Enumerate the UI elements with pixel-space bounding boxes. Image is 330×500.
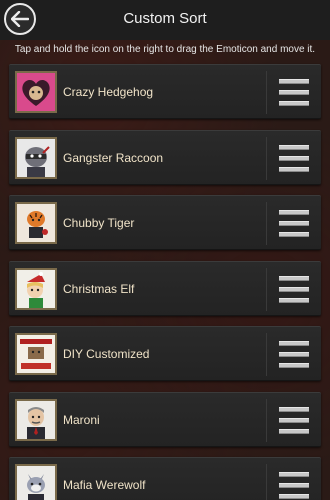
drag-handle-icon[interactable] [279,341,309,368]
divider [266,267,267,311]
item-label: Christmas Elf [63,281,135,296]
item-label: Maroni [63,412,100,427]
drag-handle-icon[interactable] [279,144,309,172]
drag-handle-icon[interactable] [279,406,309,434]
item-label: DIY Customized [63,347,150,361]
raccoon-icon [15,136,57,179]
item-label: Chubby Tiger [63,216,135,230]
top-bar: Custom Sort [0,0,330,40]
list-item[interactable]: Chubby Tiger [9,195,321,250]
divider [266,464,267,500]
list-item[interactable]: Crazy Hedgehog [9,64,321,119]
drag-handle-icon[interactable] [279,472,309,499]
werewolf-icon [15,464,57,500]
list-item[interactable]: DIY Customized [9,326,321,381]
divider [266,398,267,442]
list-item[interactable]: Maroni [9,391,321,447]
elf-icon [15,267,57,310]
list-item[interactable]: Gangster Raccoon [9,129,321,185]
drag-handle-icon[interactable] [279,275,309,303]
tiger-icon [15,202,57,244]
divider [266,136,267,180]
drag-handle-icon[interactable] [279,210,309,237]
divider [266,202,267,245]
maroni-icon [15,398,57,441]
heart-hedgehog-icon [15,71,57,113]
page-title: Custom Sort [123,10,207,27]
drag-handle-icon[interactable] [279,79,309,106]
item-label: Mafia Werewolf [63,478,146,492]
divider [266,333,267,376]
list-item[interactable]: Christmas Elf [9,260,321,316]
item-label: Crazy Hedgehog [63,85,154,99]
diy-icon [15,333,57,375]
item-label: Gangster Raccoon [63,150,164,165]
divider [266,71,267,114]
list-item[interactable]: Mafia Werewolf [9,457,321,500]
emoticon-list: Crazy Hedgehog Gangster Raccoon Chubby T… [9,64,321,500]
instruction-text: Tap and hold the icon on the right to dr… [14,44,316,55]
